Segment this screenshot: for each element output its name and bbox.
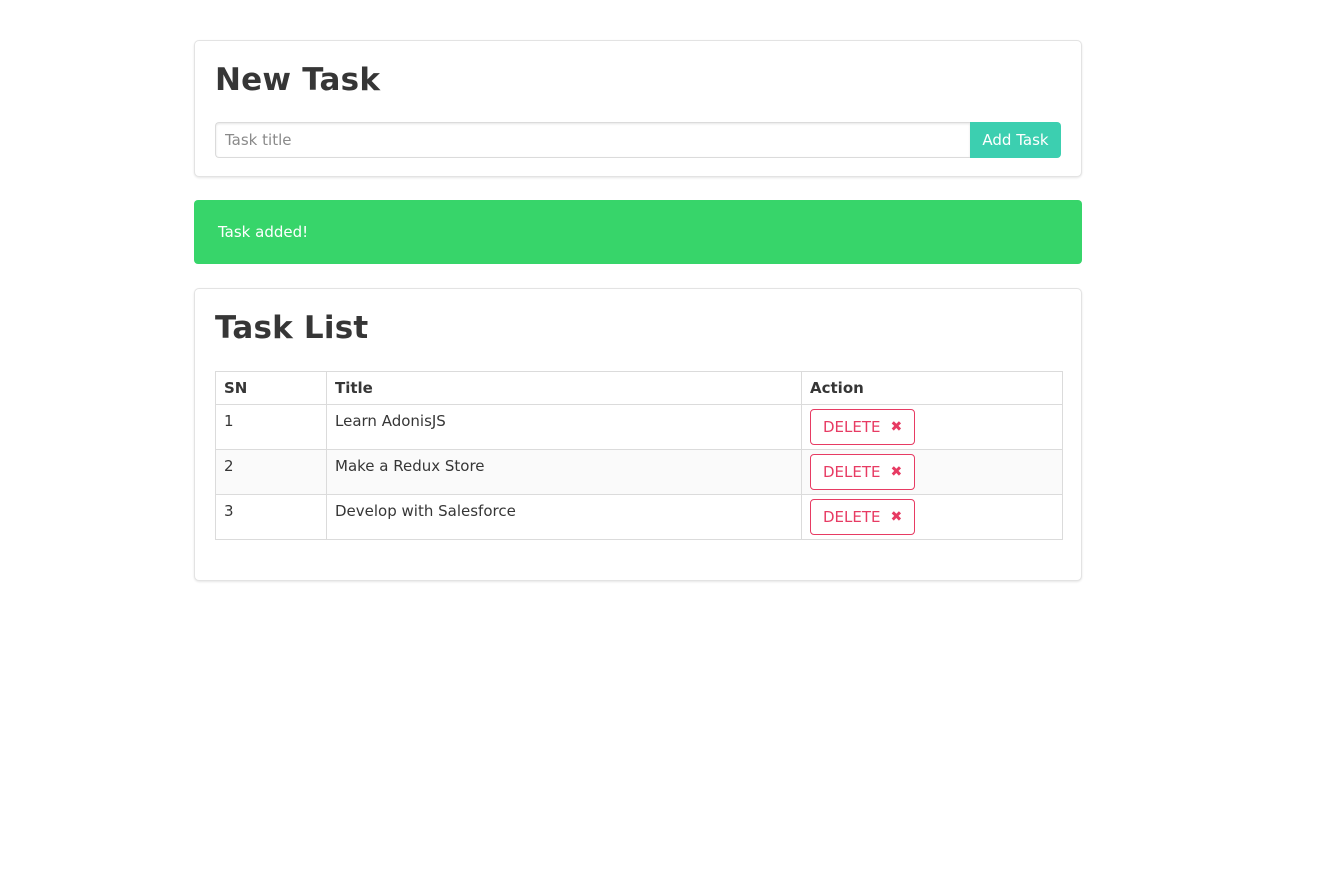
delete-task-button[interactable]: DELETE ✖ bbox=[810, 499, 916, 535]
close-icon: ✖ bbox=[890, 464, 903, 480]
table-header-row: SN Title Action bbox=[215, 371, 1063, 405]
task-title: Develop with Salesforce bbox=[326, 494, 802, 540]
delete-button-label: DELETE bbox=[823, 508, 881, 526]
task-title: Learn AdonisJS bbox=[326, 404, 802, 450]
close-icon: ✖ bbox=[890, 419, 903, 435]
delete-button-label: DELETE bbox=[823, 418, 881, 436]
task-title-input[interactable] bbox=[215, 122, 970, 158]
task-action-cell: DELETE ✖ bbox=[801, 494, 1063, 540]
column-header-action: Action bbox=[801, 371, 1063, 405]
page-container: New Task Add Task Task added! Task List … bbox=[194, 40, 1082, 581]
task-table: SN Title Action 1 Learn AdonisJS DELETE … bbox=[215, 371, 1063, 540]
task-list-card: Task List SN Title Action 1 Learn Adonis… bbox=[194, 288, 1082, 581]
task-title: Make a Redux Store bbox=[326, 449, 802, 495]
table-row: 1 Learn AdonisJS DELETE ✖ bbox=[215, 404, 1063, 450]
delete-button-label: DELETE bbox=[823, 463, 881, 481]
task-sn: 3 bbox=[215, 494, 327, 540]
close-icon: ✖ bbox=[890, 509, 903, 525]
task-action-cell: DELETE ✖ bbox=[801, 404, 1063, 450]
new-task-heading: New Task bbox=[215, 62, 381, 98]
new-task-field: Add Task bbox=[215, 122, 1061, 158]
column-header-sn: SN bbox=[215, 371, 327, 405]
notification-message: Task added! bbox=[218, 223, 309, 241]
new-task-card: New Task Add Task bbox=[194, 40, 1082, 177]
add-task-button[interactable]: Add Task bbox=[970, 122, 1061, 158]
task-sn: 2 bbox=[215, 449, 327, 495]
table-row: 3 Develop with Salesforce DELETE ✖ bbox=[215, 494, 1063, 540]
task-action-cell: DELETE ✖ bbox=[801, 449, 1063, 495]
task-sn: 1 bbox=[215, 404, 327, 450]
task-list-heading: Task List bbox=[215, 310, 369, 346]
column-header-title: Title bbox=[326, 371, 802, 405]
delete-task-button[interactable]: DELETE ✖ bbox=[810, 454, 916, 490]
table-row: 2 Make a Redux Store DELETE ✖ bbox=[215, 449, 1063, 495]
success-notification: Task added! bbox=[194, 200, 1082, 264]
delete-task-button[interactable]: DELETE ✖ bbox=[810, 409, 916, 445]
